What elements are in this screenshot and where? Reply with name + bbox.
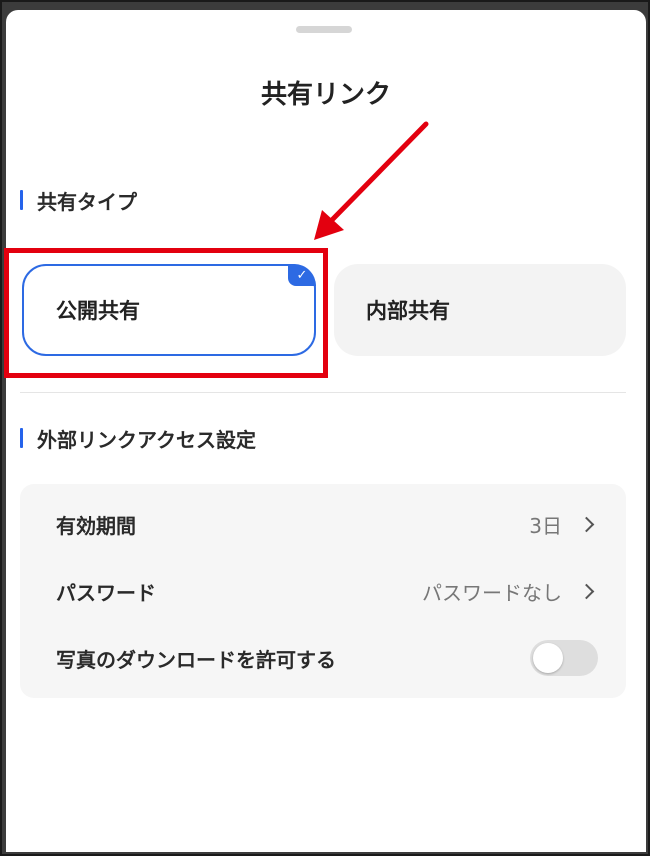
allow-photo-download-label: 写真のダウンロードを許可する xyxy=(56,647,336,672)
red-annotation-arrow xyxy=(314,121,429,240)
external-settings-card: 有効期間 3日 パスワード パスワードなし 写真のダウンロードを許可する xyxy=(20,484,626,698)
internal-share-label: 内部共有 xyxy=(366,299,450,323)
toggle-knob xyxy=(533,643,563,673)
page-title: 共有リンク xyxy=(260,80,391,110)
password-label: パスワード xyxy=(56,580,156,605)
validity-period-row[interactable]: 有効期間 3日 xyxy=(20,504,626,544)
password-value: パスワードなし xyxy=(422,580,562,605)
section-divider xyxy=(20,392,626,393)
section-accent-bar xyxy=(20,428,23,448)
sheet-grabber-handle[interactable] xyxy=(296,26,352,33)
section-accent-bar xyxy=(20,190,23,210)
chevron-right-icon xyxy=(578,516,595,532)
share-link-sheet: 共有リンク 共有タイプ 公開共有 ✓ 内部共有 外部リンクアクセス設定 有効期間… xyxy=(4,10,646,852)
validity-period-value: 3日 xyxy=(529,513,562,538)
validity-period-label: 有効期間 xyxy=(56,513,136,538)
red-annotation-box xyxy=(4,248,328,378)
internal-share-option[interactable]: 内部共有 xyxy=(334,264,626,356)
allow-photo-download-toggle[interactable] xyxy=(530,640,598,676)
chevron-right-icon xyxy=(578,583,595,599)
password-row[interactable]: パスワード パスワードなし xyxy=(20,571,626,611)
allow-photo-download-row: 写真のダウンロードを許可する xyxy=(20,638,626,678)
external-settings-label: 外部リンクアクセス設定 xyxy=(37,427,256,452)
external-settings-section-header: 外部リンクアクセス設定 xyxy=(20,426,256,452)
share-type-section-header: 共有タイプ xyxy=(20,188,137,214)
share-type-label: 共有タイプ xyxy=(37,189,137,214)
